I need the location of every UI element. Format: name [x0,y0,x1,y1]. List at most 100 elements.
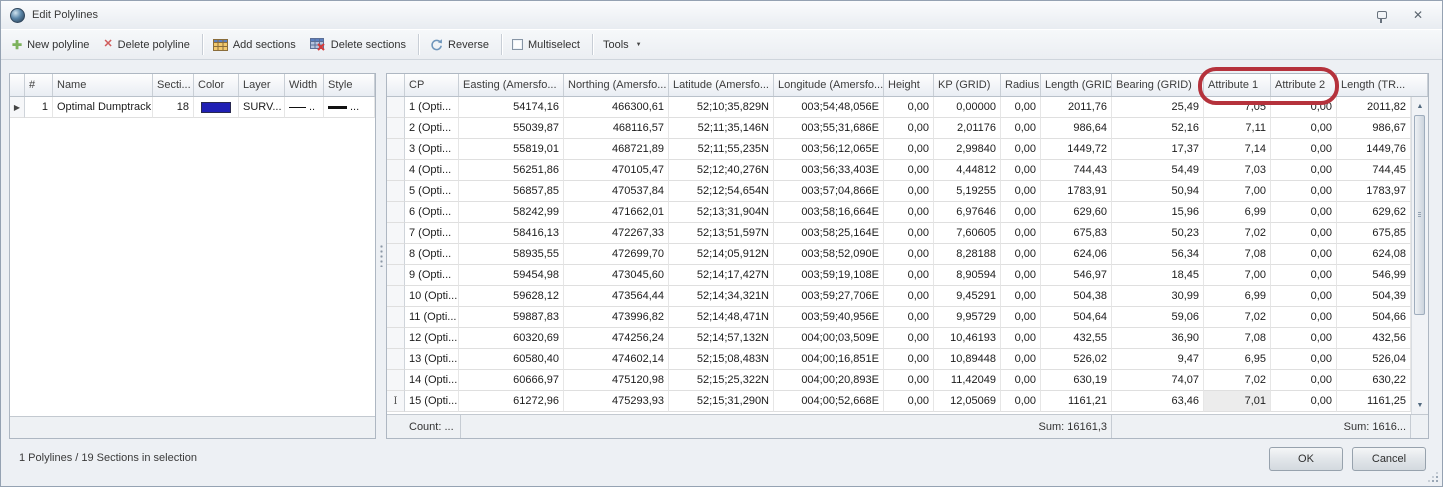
cell[interactable]: 0,00 [1271,181,1337,202]
cell[interactable]: 0,00 [884,286,934,307]
cell[interactable]: 6,99 [1204,286,1271,307]
cell[interactable]: 1161,21 [1041,391,1112,412]
cell[interactable]: 30,99 [1112,286,1204,307]
cell[interactable]: 004;00;20,893E [774,370,884,391]
cell[interactable]: 52;15;31,290N [669,391,774,412]
cell[interactable]: 12,05069 [934,391,1001,412]
cell-number[interactable]: 1 [25,97,53,118]
cell[interactable]: 52;12;40,276N [669,160,774,181]
cell[interactable]: 15 (Opti... [405,391,459,412]
cell[interactable]: 504,66 [1337,307,1411,328]
new-polyline-button[interactable]: ✚ New polyline [6,36,97,54]
panel-splitter[interactable] [376,73,386,439]
column-header[interactable]: Layer [239,74,285,96]
cell[interactable]: 0,00 [1001,370,1041,391]
cell[interactable]: 8,90594 [934,265,1001,286]
cell[interactable]: 17,37 [1112,139,1204,160]
cell[interactable]: 6 (Opti... [405,202,459,223]
cell[interactable]: 504,64 [1041,307,1112,328]
cell[interactable]: 6,99 [1204,202,1271,223]
cell-width[interactable]: .. [285,97,324,118]
cell[interactable]: 004;00;16,851E [774,349,884,370]
cell[interactable]: 0,00 [1001,160,1041,181]
pin-icon[interactable] [1377,11,1387,19]
cell[interactable]: 0,00 [1001,328,1041,349]
cell[interactable]: 2,01176 [934,118,1001,139]
cell[interactable]: 58416,13 [459,223,564,244]
cell[interactable]: 7,05 [1204,97,1271,118]
cell[interactable]: 10 (Opti... [405,286,459,307]
cell[interactable]: 0,00 [1271,391,1337,412]
cell[interactable]: 7,01 [1204,391,1271,412]
cell[interactable]: 52;14;05,912N [669,244,774,265]
cell[interactable]: 52;13;31,904N [669,202,774,223]
cell[interactable]: 475293,93 [564,391,669,412]
vertical-scrollbar[interactable]: ▲ ▼ [1411,97,1428,414]
cell[interactable]: 0,00 [1001,391,1041,412]
cell[interactable]: 471662,01 [564,202,669,223]
cell[interactable]: 0,00 [884,202,934,223]
cell[interactable]: 50,94 [1112,181,1204,202]
cell[interactable]: 0,00 [1001,265,1041,286]
cell[interactable]: 52;14;34,321N [669,286,774,307]
cell[interactable]: 2011,76 [1041,97,1112,118]
cell[interactable]: 432,55 [1041,328,1112,349]
cell[interactable]: 11 (Opti... [405,307,459,328]
column-header[interactable]: Easting (Amersfo... [459,74,564,96]
column-header[interactable]: Length (GRID) [1041,74,1112,96]
cell[interactable]: 630,19 [1041,370,1112,391]
cell[interactable]: 52;11;35,146N [669,118,774,139]
cell[interactable]: 0,00 [1271,349,1337,370]
polylines-grid-body[interactable]: ▶ 1 Optimal Dumptrack 18 SURV... .. ... [10,97,375,416]
column-header[interactable]: Name [53,74,153,96]
cell[interactable]: 36,90 [1112,328,1204,349]
cell[interactable]: 003;56;33,403E [774,160,884,181]
cell[interactable]: 59628,12 [459,286,564,307]
column-header[interactable]: Attribute 2 [1271,74,1337,96]
cell[interactable]: 52;14;57,132N [669,328,774,349]
cell[interactable]: 468116,57 [564,118,669,139]
row-selector[interactable] [387,349,405,370]
cell[interactable]: 0,00 [884,97,934,118]
cell[interactable]: 0,00 [884,181,934,202]
cell[interactable]: 0,00 [1271,244,1337,265]
cell[interactable]: 7,02 [1204,307,1271,328]
column-header[interactable]: CP [405,74,459,96]
delete-sections-button[interactable]: Delete sections [304,35,414,54]
cell[interactable]: 0,00 [884,223,934,244]
cell[interactable]: 003;59;40,956E [774,307,884,328]
row-selector[interactable] [387,160,405,181]
cell[interactable]: 60580,40 [459,349,564,370]
cell[interactable]: 0,00 [884,265,934,286]
cell[interactable]: 0,00 [884,391,934,412]
cell[interactable]: 744,43 [1041,160,1112,181]
multiselect-button[interactable]: Multiselect [506,36,588,54]
cell[interactable]: 744,45 [1337,160,1411,181]
cell[interactable]: 0,00 [1271,265,1337,286]
cancel-button[interactable]: Cancel [1352,447,1426,471]
cell-color[interactable] [194,97,239,118]
cell[interactable]: 7,08 [1204,328,1271,349]
cell[interactable]: 0,00 [1001,307,1041,328]
column-header[interactable]: Color [194,74,239,96]
cell[interactable]: 504,38 [1041,286,1112,307]
reverse-button[interactable]: Reverse [423,35,497,54]
cell[interactable]: 56,34 [1112,244,1204,265]
scroll-down-icon[interactable]: ▼ [1412,397,1428,413]
cell[interactable]: 473564,44 [564,286,669,307]
row-selector[interactable] [387,202,405,223]
cell[interactable]: 546,99 [1337,265,1411,286]
cell[interactable]: 52,16 [1112,118,1204,139]
cell[interactable]: 474602,14 [564,349,669,370]
cell[interactable]: 25,49 [1112,97,1204,118]
cell[interactable]: 0,00 [884,139,934,160]
cell[interactable]: 546,97 [1041,265,1112,286]
cell[interactable]: 4,44812 [934,160,1001,181]
cell[interactable]: 1 (Opti... [405,97,459,118]
cell[interactable]: 9 (Opti... [405,265,459,286]
cell[interactable]: 52;14;17,427N [669,265,774,286]
cell[interactable]: 7,03 [1204,160,1271,181]
cell[interactable]: 52;12;54,654N [669,181,774,202]
row-selector[interactable]: I [387,391,405,412]
cell[interactable]: 003;54;48,056E [774,97,884,118]
